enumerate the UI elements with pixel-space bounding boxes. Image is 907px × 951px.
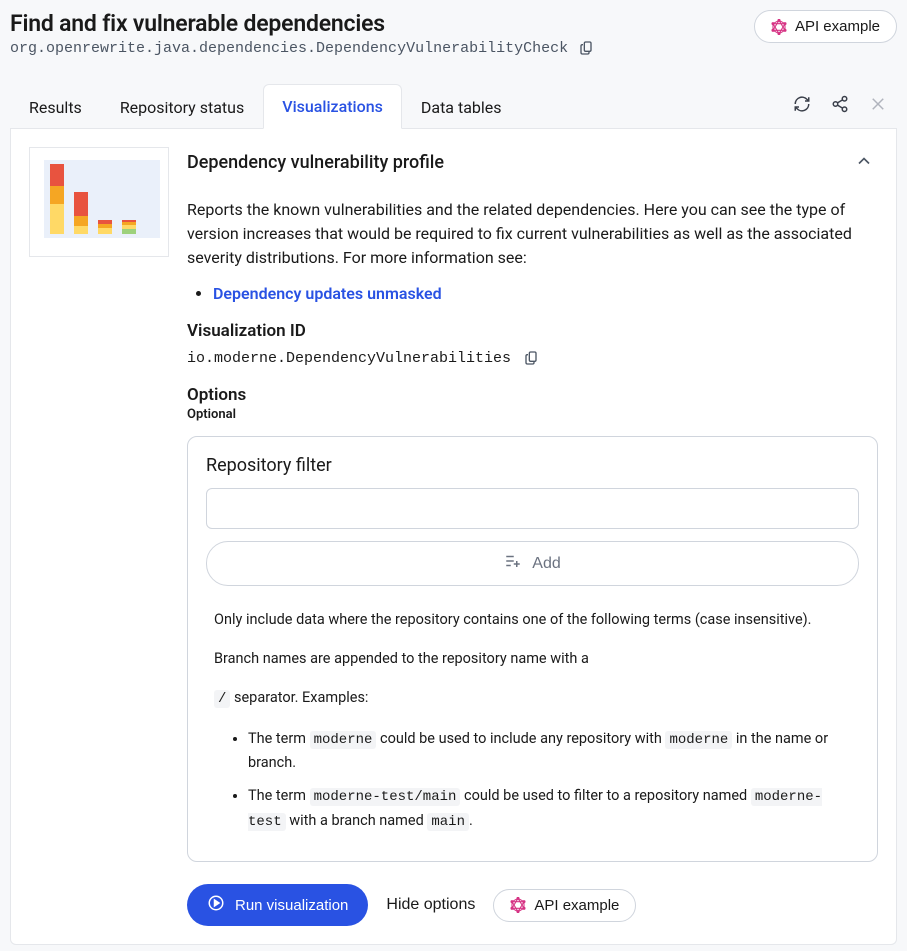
visualization-title: Dependency vulnerability profile <box>187 152 444 173</box>
options-card: Repository filter Add Only include data … <box>187 436 878 862</box>
share-icon <box>831 95 849 116</box>
close-button[interactable] <box>859 87 897 124</box>
options-heading: Options <box>187 385 878 405</box>
hide-options-button[interactable]: Hide options <box>386 896 475 914</box>
play-icon <box>207 894 225 916</box>
collapse-button[interactable] <box>850 147 878 178</box>
refresh-button[interactable] <box>783 87 821 124</box>
api-example-button[interactable]: API example <box>493 889 636 922</box>
copy-icon[interactable] <box>523 349 541 367</box>
share-button[interactable] <box>821 87 859 124</box>
copy-icon[interactable] <box>578 39 596 57</box>
page-title: Find and fix vulnerable dependencies <box>10 10 596 37</box>
example-item: The term moderne could be used to includ… <box>248 727 851 775</box>
repository-filter-input[interactable] <box>206 488 859 529</box>
tab-data-tables[interactable]: Data tables <box>402 85 521 129</box>
visualization-description: Reports the known vulnerabilities and th… <box>187 198 878 270</box>
visualization-id: io.moderne.DependencyVulnerabilities <box>187 350 511 367</box>
recipe-id: org.openrewrite.java.dependencies.Depend… <box>10 40 568 57</box>
run-label: Run visualization <box>235 897 348 914</box>
refresh-icon <box>793 95 811 116</box>
run-visualization-button[interactable]: Run visualization <box>187 884 368 926</box>
visualization-panel: Dependency vulnerability profile Reports… <box>10 129 897 945</box>
chevron-up-icon <box>854 159 874 174</box>
add-label: Add <box>532 555 560 573</box>
repository-filter-help: Only include data where the repository c… <box>206 608 859 833</box>
api-example-label: API example <box>534 897 619 914</box>
tab-results[interactable]: Results <box>10 85 101 129</box>
options-subheading: Optional <box>187 407 878 422</box>
add-button[interactable]: Add <box>206 541 859 586</box>
tab-visualizations[interactable]: Visualizations <box>263 84 402 129</box>
tab-repository-status[interactable]: Repository status <box>101 85 263 129</box>
close-icon <box>869 95 887 116</box>
tabs: Results Repository status Visualizations… <box>10 83 897 129</box>
graphql-icon <box>771 19 787 35</box>
doc-link-dependency-updates[interactable]: Dependency updates unmasked <box>213 284 442 303</box>
visualization-thumbnail <box>29 147 169 257</box>
visualization-id-heading: Visualization ID <box>187 321 878 341</box>
api-example-label: API example <box>795 18 880 35</box>
graphql-icon <box>510 897 526 913</box>
example-item: The term moderne-test/main could be used… <box>248 784 851 833</box>
add-list-icon <box>504 552 522 575</box>
api-example-button[interactable]: API example <box>754 10 897 43</box>
repository-filter-label: Repository filter <box>206 455 859 476</box>
